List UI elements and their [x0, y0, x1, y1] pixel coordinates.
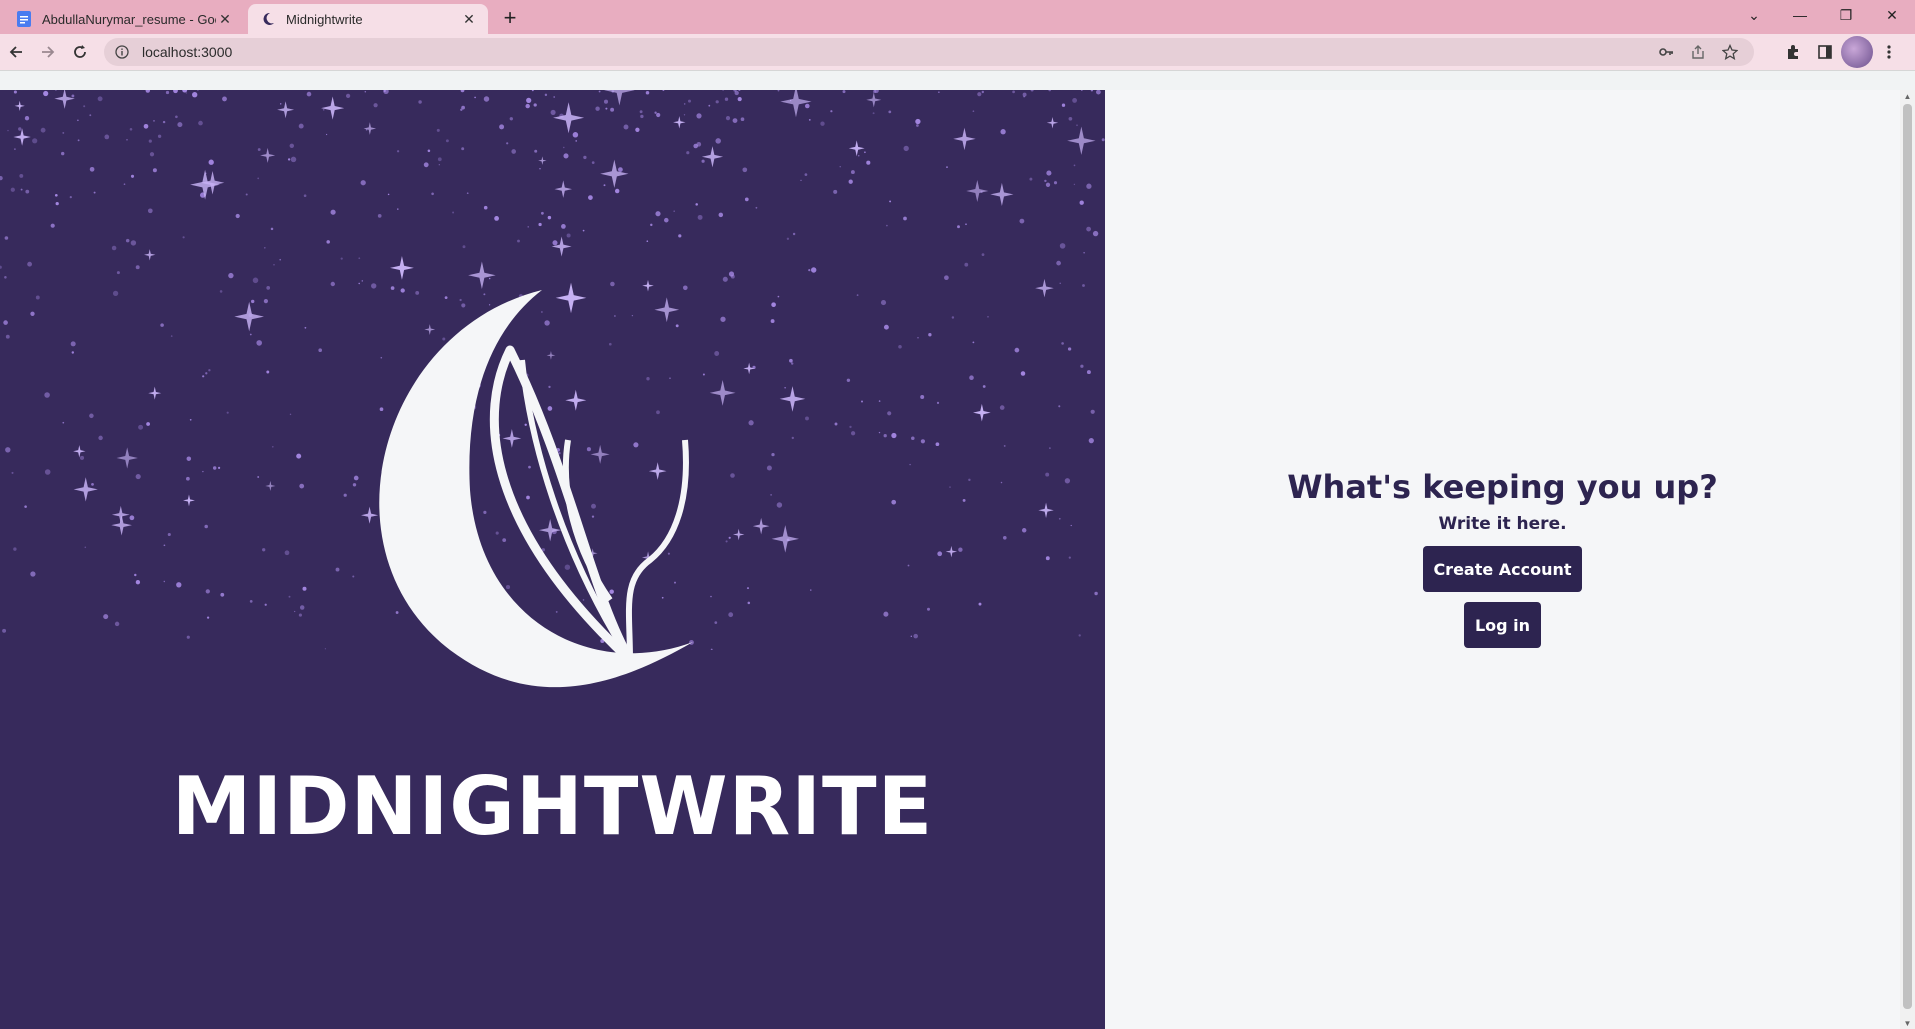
restore-icon[interactable]: ❐: [1823, 0, 1869, 30]
key-icon[interactable]: [1650, 38, 1682, 66]
profile-avatar[interactable]: [1841, 36, 1873, 68]
moon-quill-icon: [260, 11, 276, 27]
google-docs-icon: [16, 11, 32, 27]
side-panel-icon[interactable]: [1809, 36, 1841, 68]
close-icon[interactable]: ✕: [460, 10, 478, 28]
more-menu-icon[interactable]: [1873, 36, 1905, 68]
page-subtitle: Write it here.: [1438, 514, 1567, 534]
reload-icon[interactable]: [64, 36, 96, 68]
login-button[interactable]: Log in: [1463, 602, 1542, 648]
forward-icon[interactable]: [32, 36, 64, 68]
browser-toolbar: localhost:3000: [0, 34, 1915, 70]
new-tab-button[interactable]: +: [496, 4, 524, 32]
brand-wordmark: MIDNIGHTWRITE: [171, 760, 934, 853]
back-icon[interactable]: [0, 36, 32, 68]
site-info-icon[interactable]: [114, 44, 130, 60]
scroll-down-icon[interactable]: ▼: [1900, 1017, 1915, 1029]
tab-search-icon[interactable]: ⌄: [1731, 0, 1777, 30]
minimize-icon[interactable]: —: [1777, 0, 1823, 30]
share-icon[interactable]: [1682, 38, 1714, 66]
tab-title: Midnightwrite: [286, 11, 363, 27]
extensions-icon[interactable]: [1777, 36, 1809, 68]
url-text: localhost:3000: [142, 44, 233, 60]
page-title: What's keeping you up?: [1287, 468, 1718, 506]
bookmarks-bar-area: [0, 70, 1915, 90]
hero-panel: MIDNIGHTWRITE: [0, 90, 1105, 1029]
moon-quill-logo: [379, 290, 693, 688]
tab-midnightwrite[interactable]: Midnightwrite ✕: [248, 4, 488, 34]
tab-resume[interactable]: AbdullaNurymar_resume - Google ✕: [4, 4, 244, 34]
bookmark-star-icon[interactable]: [1714, 38, 1746, 66]
tab-strip: AbdullaNurymar_resume - Google ✕ Midnigh…: [0, 0, 1915, 34]
tab-title: AbdullaNurymar_resume - Google: [42, 11, 216, 27]
page-scrollbar[interactable]: ▲ ▼: [1900, 90, 1915, 1029]
create-account-button[interactable]: Create Account: [1423, 546, 1582, 592]
close-window-icon[interactable]: ✕: [1869, 0, 1915, 30]
address-bar[interactable]: localhost:3000: [104, 38, 1754, 66]
scroll-thumb[interactable]: [1903, 104, 1912, 1009]
window-controls: ⌄ — ❐ ✕: [1731, 0, 1915, 30]
page: MIDNIGHTWRITE What's keeping you up? Wri…: [0, 90, 1900, 1029]
close-icon[interactable]: ✕: [216, 10, 234, 28]
landing-panel: What's keeping you up? Write it here. Cr…: [1105, 90, 1900, 1029]
scroll-up-icon[interactable]: ▲: [1900, 90, 1915, 102]
